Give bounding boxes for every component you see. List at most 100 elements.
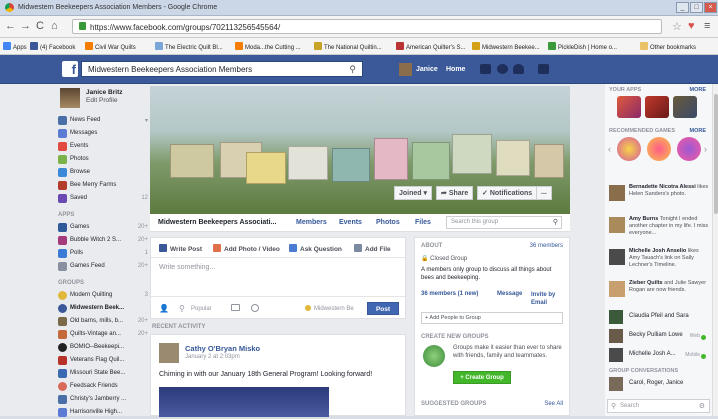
tab-events[interactable]: Events (339, 219, 362, 226)
more-options-button[interactable]: ... (536, 186, 552, 200)
post-image[interactable] (159, 387, 329, 417)
reload-icon[interactable]: C (36, 20, 44, 32)
bookmark-moda[interactable]: Moda...the Cutting ... (235, 42, 301, 51)
app-tile-icon[interactable] (617, 96, 641, 118)
more-apps-link[interactable]: MORE (690, 87, 707, 93)
emoji-icon[interactable] (251, 304, 259, 312)
post-button[interactable]: Post (367, 302, 399, 315)
forward-icon[interactable]: → (20, 20, 31, 32)
friend-requests-icon[interactable] (480, 64, 491, 74)
tab-photos[interactable]: Photos (376, 219, 400, 226)
bookmark-civil-war-quilts[interactable]: Civil War Quilts (85, 42, 136, 51)
ticker-item[interactable]: Michelle Josh Anselio likes Amy Tauach's… (605, 248, 712, 270)
post-author-avatar[interactable] (159, 343, 179, 363)
post-date[interactable]: January 2 at 2:03pm (185, 354, 240, 360)
tab-files[interactable]: Files (415, 219, 431, 226)
composer-input[interactable]: Write something... (159, 264, 215, 271)
minimize-button[interactable]: _ (676, 2, 689, 13)
chevron-right-icon[interactable]: › (704, 144, 707, 154)
profile-avatar[interactable] (60, 88, 80, 108)
sidebar-group-feedsack-friends[interactable]: Feedsack Friends (58, 381, 150, 393)
ticker-item[interactable]: Amy Burns Tonight I ended another chapte… (605, 216, 712, 238)
members-count-link[interactable]: 36 members (530, 243, 563, 249)
group-conversation-item[interactable]: Carol, Roger, Janice (605, 376, 712, 394)
bookmark-national-quilting[interactable]: The National Quiltin... (314, 42, 382, 51)
chat-settings-icon[interactable]: ⚙ (699, 402, 705, 410)
chevron-down-icon[interactable]: ▾ (145, 117, 148, 124)
sidebar-item-polls[interactable]: Polls 1 (58, 248, 150, 260)
sidebar-item-news-feed[interactable]: News Feed ▾ (58, 115, 150, 127)
bookmark-apps[interactable]: Apps (3, 42, 27, 51)
sidebar-group-quilts-vintage[interactable]: Quilts-Vintage an... 20+ (58, 329, 150, 341)
profile-link[interactable]: Janice (416, 66, 438, 73)
group-name-tab[interactable]: Midwestern Beekeepers Associati... (158, 219, 276, 226)
bookmark-american-quilter[interactable]: American Quilter's S... (396, 42, 466, 51)
menu-icon[interactable]: ≡ (704, 20, 710, 32)
back-icon[interactable]: ← (5, 20, 16, 32)
bookmark-electric-quilt[interactable]: The Electric Quilt Bl... (155, 42, 223, 51)
sidebar-item-bubble-witch[interactable]: Bubble Witch 2 S... 20+ (58, 235, 150, 247)
bookmark-facebook[interactable]: (4) Facebook (30, 42, 75, 51)
maximize-button[interactable]: □ (690, 2, 703, 13)
write-post-button[interactable]: Write Post (159, 244, 202, 253)
notifications-button[interactable]: ✓ Notifications (477, 186, 538, 200)
chat-search-input[interactable]: ⚲ Search ⚙ (607, 399, 710, 413)
chat-contact[interactable]: Claudia Pfeil and Sara (605, 309, 712, 327)
group-search-input[interactable]: Search this group ⚲ (446, 216, 562, 229)
sidebar-item-games[interactable]: Games 20+ (58, 222, 150, 234)
extension-icon[interactable]: ♥ (688, 20, 695, 32)
add-photo-button[interactable]: Add Photo / Video (213, 244, 280, 253)
chat-contact[interactable]: Becky Pulliam Lowe Web (605, 328, 712, 346)
edit-profile-link[interactable]: Edit Profile (86, 97, 117, 104)
audience-selector[interactable]: Popular (191, 306, 212, 312)
close-button[interactable]: × (704, 2, 717, 13)
camera-icon[interactable] (231, 304, 240, 311)
ask-question-button[interactable]: Ask Question (289, 244, 342, 253)
message-link[interactable]: Message (497, 291, 522, 297)
sidebar-item-games-feed[interactable]: Games Feed 20+ (58, 261, 150, 273)
sidebar-group-bomio[interactable]: BOMIO--Beekeepi... (58, 342, 150, 354)
more-games-link[interactable]: MORE (690, 128, 707, 134)
sidebar-item-saved[interactable]: Saved 12 (58, 193, 150, 205)
page-scrollbar[interactable] (712, 84, 718, 416)
bookmark-star-icon[interactable]: ☆ (672, 20, 682, 33)
invite-by-email-link[interactable]: Invite by Email (531, 291, 567, 307)
chat-contact[interactable]: Michelle Josh A... Mobile (605, 347, 712, 365)
messages-icon[interactable] (497, 64, 508, 74)
share-button[interactable]: ➦ Share (436, 186, 474, 200)
avatar[interactable] (399, 63, 412, 76)
sidebar-group-missouri-state-bee[interactable]: Missouri State Bee... (58, 368, 150, 380)
create-group-button[interactable]: + Create Group (453, 371, 511, 384)
ticker-item[interactable]: Bernadette Nicotra Alessi likes Helen Sa… (605, 184, 712, 206)
sidebar-group-christys-jamberry[interactable]: Christy's Jamberry ... (58, 394, 150, 406)
sidebar-item-browse[interactable]: Browse (58, 167, 150, 179)
bookmark-midwestern-beekeepers[interactable]: Midwestern Beekee... (472, 42, 540, 51)
post-author[interactable]: Cathy O'Bryan Misko (185, 344, 260, 353)
notifications-icon[interactable] (513, 64, 524, 74)
chevron-left-icon[interactable]: ‹ (608, 144, 611, 154)
search-icon[interactable]: ⚲ (349, 64, 356, 75)
privacy-icon[interactable] (538, 64, 549, 74)
sidebar-group-midwestern-beekeepers[interactable]: Midwestern Beek... (58, 303, 150, 315)
url-bar[interactable]: https://www.facebook.com/groups/70211325… (72, 19, 662, 34)
app-tile-icon[interactable] (673, 96, 697, 118)
members-new-link[interactable]: 36 members (1 new) (421, 291, 478, 297)
sidebar-item-photos[interactable]: Photos (58, 154, 150, 166)
facebook-search-input[interactable]: Midwestern Beekeepers Association Member… (81, 61, 363, 77)
sidebar-group-old-barns[interactable]: Old barns, mills, b... 20+ (58, 316, 150, 328)
sidebar-group-veterans-flag[interactable]: Veterans Flag Quil... (58, 355, 150, 367)
add-people-input[interactable]: + Add People to Group (421, 312, 563, 324)
game-tile-icon[interactable] (617, 137, 641, 161)
bookmark-pickledish[interactable]: PickleDish | Home o... (548, 42, 617, 51)
see-all-link[interactable]: See All (544, 401, 563, 407)
joined-button[interactable]: Joined ▾ (394, 186, 433, 200)
sidebar-item-events[interactable]: Events (58, 141, 150, 153)
facebook-logo-icon[interactable]: f (62, 61, 78, 77)
game-tile-icon[interactable] (677, 137, 701, 161)
sidebar-group-modern-quilting[interactable]: Modern Quilting 3 (58, 290, 150, 302)
tag-friends-icon[interactable]: 👤 (159, 304, 169, 313)
home-link[interactable]: Home (446, 66, 465, 73)
game-tile-icon[interactable] (647, 137, 671, 161)
sidebar-group-harrisonville[interactable]: Harrisonville High... (58, 407, 150, 419)
add-file-button[interactable]: Add File (354, 244, 391, 253)
